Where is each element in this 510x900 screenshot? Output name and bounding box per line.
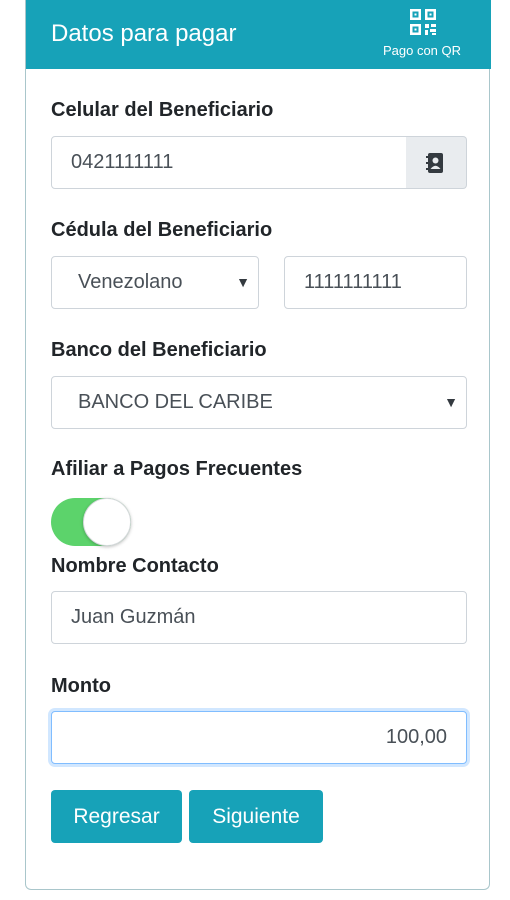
nationality-select[interactable]: Venezolano ▼ xyxy=(51,256,259,309)
toggle-knob xyxy=(83,498,131,546)
qr-payment-button[interactable]: Pago con QR xyxy=(367,6,477,62)
contact-book-icon xyxy=(426,153,443,173)
caret-down-icon: ▼ xyxy=(444,394,458,410)
nationality-value: Venezolano xyxy=(78,271,183,293)
contacto-label: Nombre Contacto xyxy=(51,555,219,577)
amount-input[interactable]: 100,00 xyxy=(51,711,467,764)
contacts-button[interactable] xyxy=(406,136,467,189)
page-title: Datos para pagar xyxy=(51,20,237,47)
caret-down-icon: ▼ xyxy=(236,274,250,290)
next-button[interactable]: Siguiente xyxy=(189,790,323,843)
back-button[interactable]: Regresar xyxy=(51,790,182,843)
cedula-label: Cédula del Beneficiario xyxy=(51,219,273,241)
cedula-number-input[interactable]: 1111111111 xyxy=(284,256,467,309)
frequent-payments-toggle[interactable] xyxy=(51,498,131,546)
afiliar-label: Afiliar a Pagos Frecuentes xyxy=(51,458,303,480)
celular-input[interactable]: 0421111111 xyxy=(51,136,407,189)
card-header: Datos para pagar Pago con QR xyxy=(26,0,491,69)
contact-name-input[interactable]: Juan Guzmán xyxy=(51,591,467,644)
bank-value: BANCO DEL CARIBE xyxy=(78,391,273,413)
celular-label: Celular del Beneficiario xyxy=(51,99,274,121)
monto-label: Monto xyxy=(51,675,111,697)
banco-label: Banco del Beneficiario xyxy=(51,339,267,361)
qr-code-icon xyxy=(410,9,436,35)
payment-card: Datos para pagar Pago con QR Celular del… xyxy=(25,0,491,890)
qr-label: Pago con QR xyxy=(382,43,462,58)
bank-select[interactable]: BANCO DEL CARIBE ▼ xyxy=(51,376,467,429)
